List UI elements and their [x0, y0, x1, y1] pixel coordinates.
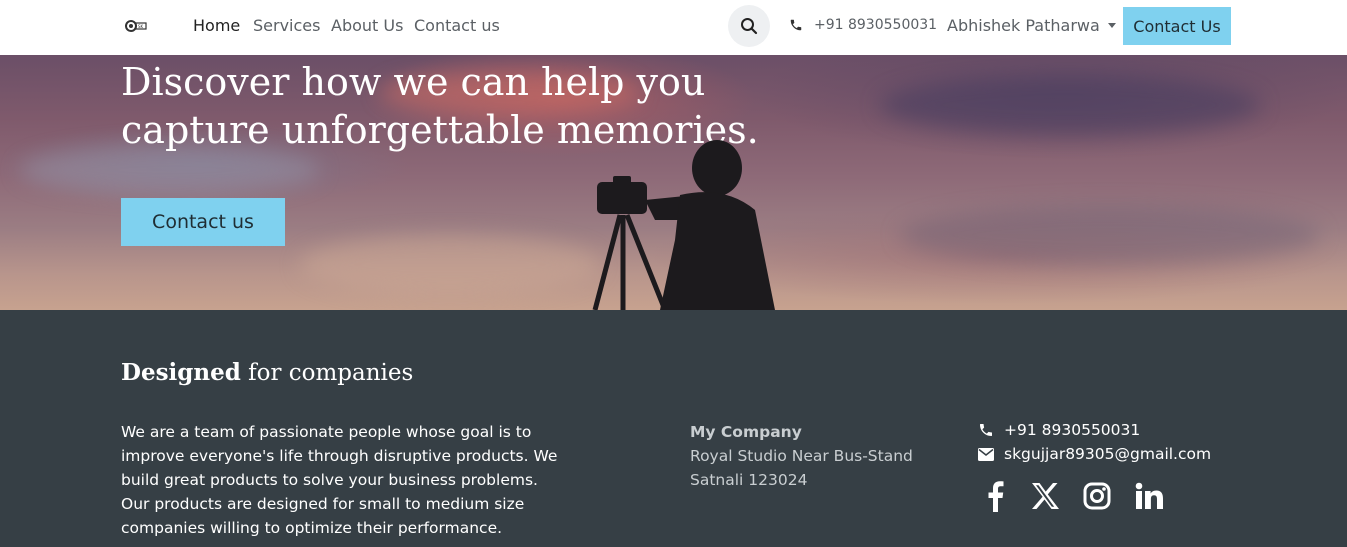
footer-phone[interactable]: +91 8930550031 — [978, 421, 1140, 439]
footer-heading: Designed for companies — [121, 358, 413, 388]
facebook-icon[interactable] — [982, 480, 1008, 512]
company-address-line-2: Satnali 123024 — [690, 471, 808, 489]
user-menu-dropdown[interactable]: Abhishek Patharwa — [947, 16, 1116, 35]
social-links — [982, 480, 1164, 512]
top-navbar: SK Home Services About Us Contact us +91… — [0, 0, 1347, 55]
user-name: Abhishek Patharwa — [947, 16, 1100, 35]
company-address-line-1: Royal Studio Near Bus-Stand — [690, 447, 913, 465]
hero-contact-button[interactable]: Contact us — [121, 198, 285, 246]
footer-heading-bold: Designed — [121, 359, 241, 386]
nav-link-contact-us[interactable]: Contact us — [414, 16, 500, 36]
footer-heading-rest: for companies — [240, 360, 414, 386]
footer-email-address: skgujjar89305@gmail.com — [1004, 445, 1212, 463]
company-logo[interactable]: SK — [125, 17, 151, 35]
hero-banner: Discover how we can help you capture unf… — [0, 55, 1347, 310]
envelope-icon — [978, 447, 994, 461]
footer-description: We are a team of passionate people whose… — [121, 423, 558, 537]
chevron-down-icon — [1107, 23, 1116, 28]
header-phone-number: +91 8930550031 — [814, 17, 938, 33]
photographer-silhouette — [592, 140, 775, 310]
search-button[interactable] — [728, 5, 770, 47]
footer-phone-number: +91 8930550031 — [1004, 421, 1141, 439]
hero-cloud — [880, 75, 1260, 135]
x-twitter-icon[interactable] — [1030, 480, 1060, 512]
hero-cloud — [900, 205, 1320, 265]
footer: Designed for companies We are a team of … — [0, 310, 1347, 547]
header-contact-button[interactable]: Contact Us — [1123, 7, 1231, 45]
header-phone[interactable]: +91 8930550031 — [789, 17, 937, 33]
phone-icon — [790, 19, 802, 31]
hero-title-line-1: Discover how we can help you — [121, 60, 706, 104]
footer-email[interactable]: skgujjar89305@gmail.com — [978, 445, 1211, 463]
search-icon — [741, 18, 758, 35]
nav-link-about-us[interactable]: About Us — [331, 16, 403, 36]
instagram-icon[interactable] — [1082, 480, 1112, 512]
svg-text:SK: SK — [138, 24, 144, 29]
nav-link-services[interactable]: Services — [253, 16, 320, 36]
nav-link-home[interactable]: Home — [193, 16, 240, 36]
company-name: My Company — [690, 423, 802, 441]
linkedin-icon[interactable] — [1134, 480, 1164, 512]
hero-cloud — [300, 235, 600, 295]
phone-icon — [980, 424, 992, 436]
footer-company-info: My Company Royal Studio Near Bus-Stand S… — [690, 420, 913, 492]
